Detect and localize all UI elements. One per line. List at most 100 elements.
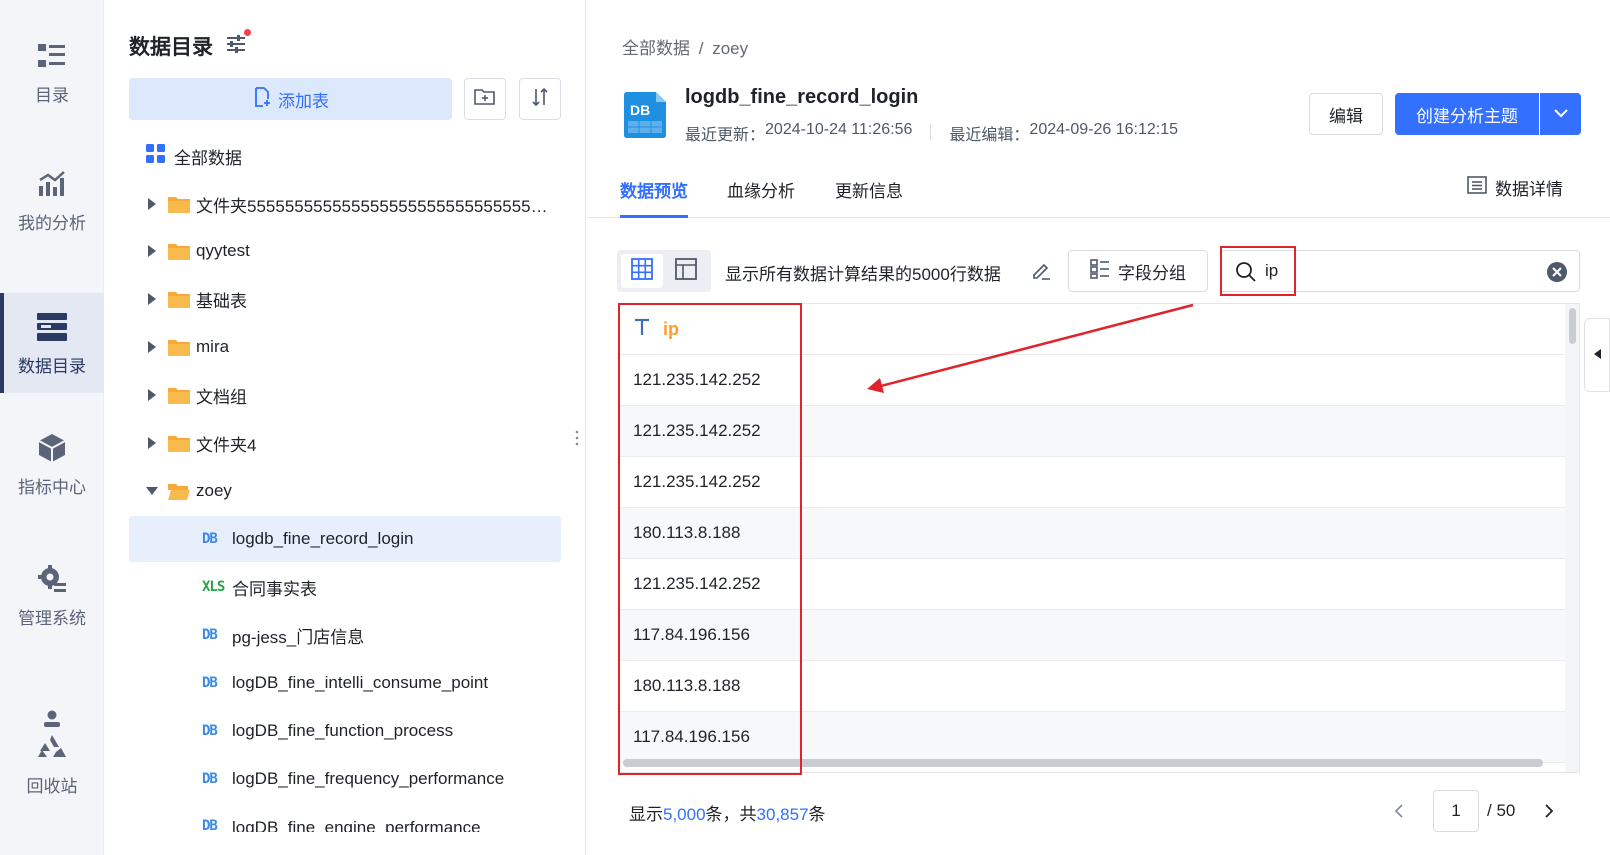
table-title: logdb_fine_record_login (685, 86, 919, 108)
rail-item-metrics-center[interactable]: 指标中心 (0, 414, 104, 514)
tree-item-label: logdb_fine_record_login (232, 529, 414, 548)
tab-lineage[interactable]: 血缘分析 (727, 177, 795, 218)
data-detail-button[interactable]: 数据详情 (1467, 175, 1563, 200)
tab-update-info[interactable]: 更新信息 (835, 177, 903, 218)
db-table-icon: DB (202, 818, 218, 832)
field-group-icon (1090, 258, 1110, 284)
add-file-icon (252, 86, 272, 112)
caret-right-icon[interactable] (146, 245, 158, 257)
scroll-thumb[interactable] (1569, 308, 1576, 344)
tree-item-label: pg-jess_门店信息 (232, 627, 365, 647)
rail-item-directory[interactable]: 目录 (0, 22, 104, 122)
detail-list-icon (1467, 176, 1487, 199)
db-table-icon: DB (202, 627, 218, 643)
tree-item-table[interactable]: XLS 合同事实表 (129, 564, 561, 610)
grid-header: ip (619, 304, 1565, 355)
tab-data-preview[interactable]: 数据预览 (620, 177, 688, 218)
edit-button[interactable]: 编辑 (1309, 93, 1383, 135)
next-page-button[interactable] (1537, 799, 1561, 823)
column-header-ip[interactable]: ip (663, 319, 679, 340)
rail-label: 指标中心 (18, 477, 86, 497)
tree-item-label: 基础表 (196, 291, 247, 311)
tree-item-table[interactable]: DB pg-jess_门店信息 (129, 612, 561, 658)
tree-item-label: 全部数据 (174, 148, 242, 168)
create-dropdown-button[interactable] (1540, 93, 1581, 135)
tree-item-folder[interactable]: 基础表 (129, 276, 561, 322)
chart-icon (35, 167, 69, 201)
panel-resize-handle[interactable] (575, 430, 579, 446)
main-content: 全部数据 / zoey DB logdb_fine_record_login 最… (587, 0, 1610, 855)
rail-label: 我的分析 (18, 213, 86, 233)
horizontal-scrollbar[interactable] (623, 759, 1543, 767)
notification-dot (244, 29, 251, 36)
table-row: 117.84.196.156 (619, 610, 1565, 661)
shown-count: 5,000 (663, 805, 706, 824)
tree-item-table[interactable]: DB logDB_fine_function_process (129, 708, 561, 754)
sort-button[interactable] (519, 78, 561, 120)
tree-item-label: logDB_fine_intelli_consume_point (232, 673, 489, 692)
folder-icon (168, 434, 190, 452)
tree-item-all-data[interactable]: 全部数据 (129, 133, 561, 179)
caret-right-icon[interactable] (146, 198, 158, 210)
table-meta: 最近更新： 2024-10-24 11:26:56 最近编辑： 2024-09-… (685, 121, 1178, 145)
rail-label: 数据目录 (18, 356, 86, 376)
field-group-label: 字段分组 (1118, 263, 1186, 283)
tree-item-label: zoey (196, 481, 232, 500)
vertical-scrollbar[interactable] (1565, 304, 1579, 772)
tree-item-table[interactable]: DB logDB_fine_intelli_consume_point (129, 660, 561, 706)
layout-view-button[interactable] (665, 254, 707, 288)
table-row: 121.235.142.252 (619, 559, 1565, 610)
breadcrumb: 全部数据 / zoey (622, 34, 748, 59)
total-count: 30,857 (756, 805, 809, 824)
rail-item-recycle-bin[interactable]: 回收站 (0, 690, 104, 810)
catalog-panel: 数据目录 添加表 全部数据 文件夹55555555555555555555555… (104, 0, 586, 855)
rail-item-my-analysis[interactable]: 我的分析 (0, 150, 104, 250)
db-table-icon: DB (202, 771, 218, 787)
text-type-icon (633, 318, 651, 341)
tree-item-label: 合同事实表 (232, 579, 317, 599)
breadcrumb-root[interactable]: 全部数据 (622, 39, 690, 58)
tree-item-folder[interactable]: qyytest (129, 228, 561, 274)
caret-right-icon[interactable] (146, 437, 158, 449)
tree-item-folder[interactable]: 文件夹4 (129, 420, 561, 466)
meta-divider (930, 124, 932, 140)
rail-item-data-catalog[interactable]: 数据目录 (0, 293, 104, 393)
rail-item-admin-system[interactable]: 管理系统 (0, 545, 104, 645)
create-analysis-button[interactable]: 创建分析主题 (1395, 93, 1539, 135)
field-group-button[interactable]: 字段分组 (1068, 250, 1208, 292)
tree-item-folder[interactable]: 文件夹5555555555555555555555555555555555555 (129, 181, 561, 227)
table-row: 121.235.142.252 (619, 355, 1565, 406)
tree-item-table[interactable]: DB logdb_fine_record_login (129, 516, 561, 562)
page-number-input[interactable]: 1 (1433, 790, 1479, 832)
caret-down-icon[interactable] (146, 485, 158, 497)
rail-label: 目录 (35, 85, 69, 105)
grid-view-button[interactable] (621, 254, 663, 288)
caret-left-icon (1593, 346, 1601, 364)
caret-right-icon[interactable] (146, 389, 158, 401)
tree-item-table[interactable]: DB logDB_fine_engine_performance (129, 804, 561, 832)
caret-right-icon[interactable] (146, 341, 158, 353)
tree-item-table[interactable]: DB logDB_fine_frequency_performance (129, 756, 561, 802)
tree-item-folder[interactable]: mira (129, 324, 561, 370)
folder-icon (168, 242, 190, 260)
tree-item-label: logDB_fine_function_process (232, 721, 454, 740)
new-folder-button[interactable] (464, 78, 506, 120)
count-suffix: 条 (808, 805, 826, 824)
clear-icon[interactable] (1546, 261, 1568, 283)
filter-settings-icon[interactable] (225, 33, 247, 55)
tree-item-folder[interactable]: 文档组 (129, 372, 561, 418)
folder-icon (168, 386, 190, 404)
folder-icon (168, 338, 190, 356)
prev-page-button[interactable] (1387, 799, 1411, 823)
sort-icon (530, 87, 550, 112)
breadcrumb-separator: / (698, 39, 704, 58)
edit-pen-icon[interactable] (1030, 259, 1052, 281)
pagination: 1 / 50 (1387, 790, 1561, 832)
catalog-icon (35, 310, 69, 344)
side-panel-toggle[interactable] (1584, 318, 1610, 392)
tree-item-label: qyytest (196, 241, 250, 260)
add-table-button[interactable]: 添加表 (129, 78, 452, 120)
caret-right-icon[interactable] (146, 293, 158, 305)
tree-item-folder-expanded[interactable]: zoey (129, 468, 561, 514)
view-toggle (617, 250, 711, 292)
